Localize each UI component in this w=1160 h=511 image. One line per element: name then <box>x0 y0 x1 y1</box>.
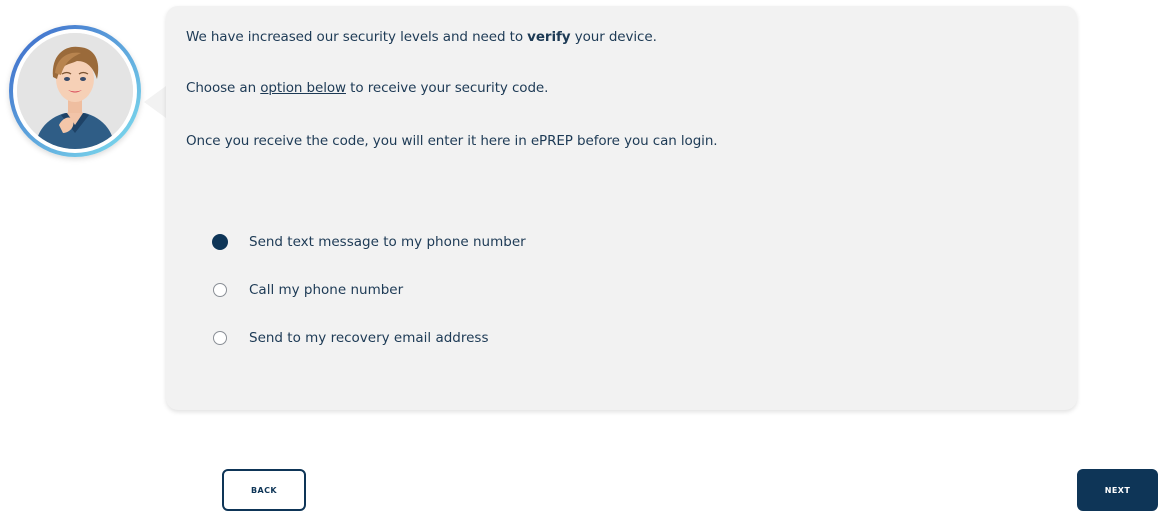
radio-text-message[interactable] <box>212 234 228 250</box>
option-label: Send text message to my phone number <box>249 234 526 250</box>
message-line-instructions: Once you receive the code, you will ente… <box>186 133 718 149</box>
option-below-link: option below <box>260 80 346 96</box>
option-label: Send to my recovery email address <box>249 330 489 346</box>
option-recovery-email[interactable]: Send to my recovery email address <box>212 328 489 348</box>
next-button[interactable]: NEXT <box>1077 469 1158 511</box>
avatar-image <box>17 33 133 149</box>
radio-call-phone[interactable] <box>213 283 227 297</box>
message-line-verify: We have increased our security levels an… <box>186 29 657 45</box>
option-label: Call my phone number <box>249 282 404 298</box>
assistant-avatar <box>9 25 141 157</box>
radio-recovery-email[interactable] <box>213 331 227 345</box>
option-text-message[interactable]: Send text message to my phone number <box>212 232 526 252</box>
verify-emphasis: verify <box>527 29 571 45</box>
avatar-border <box>13 29 137 153</box>
message-line-choose: Choose an option below to receive your s… <box>186 80 549 96</box>
option-call-phone[interactable]: Call my phone number <box>212 280 403 300</box>
speech-bubble-pointer <box>144 86 166 118</box>
back-button[interactable]: BACK <box>222 469 306 511</box>
message-panel <box>166 6 1077 410</box>
